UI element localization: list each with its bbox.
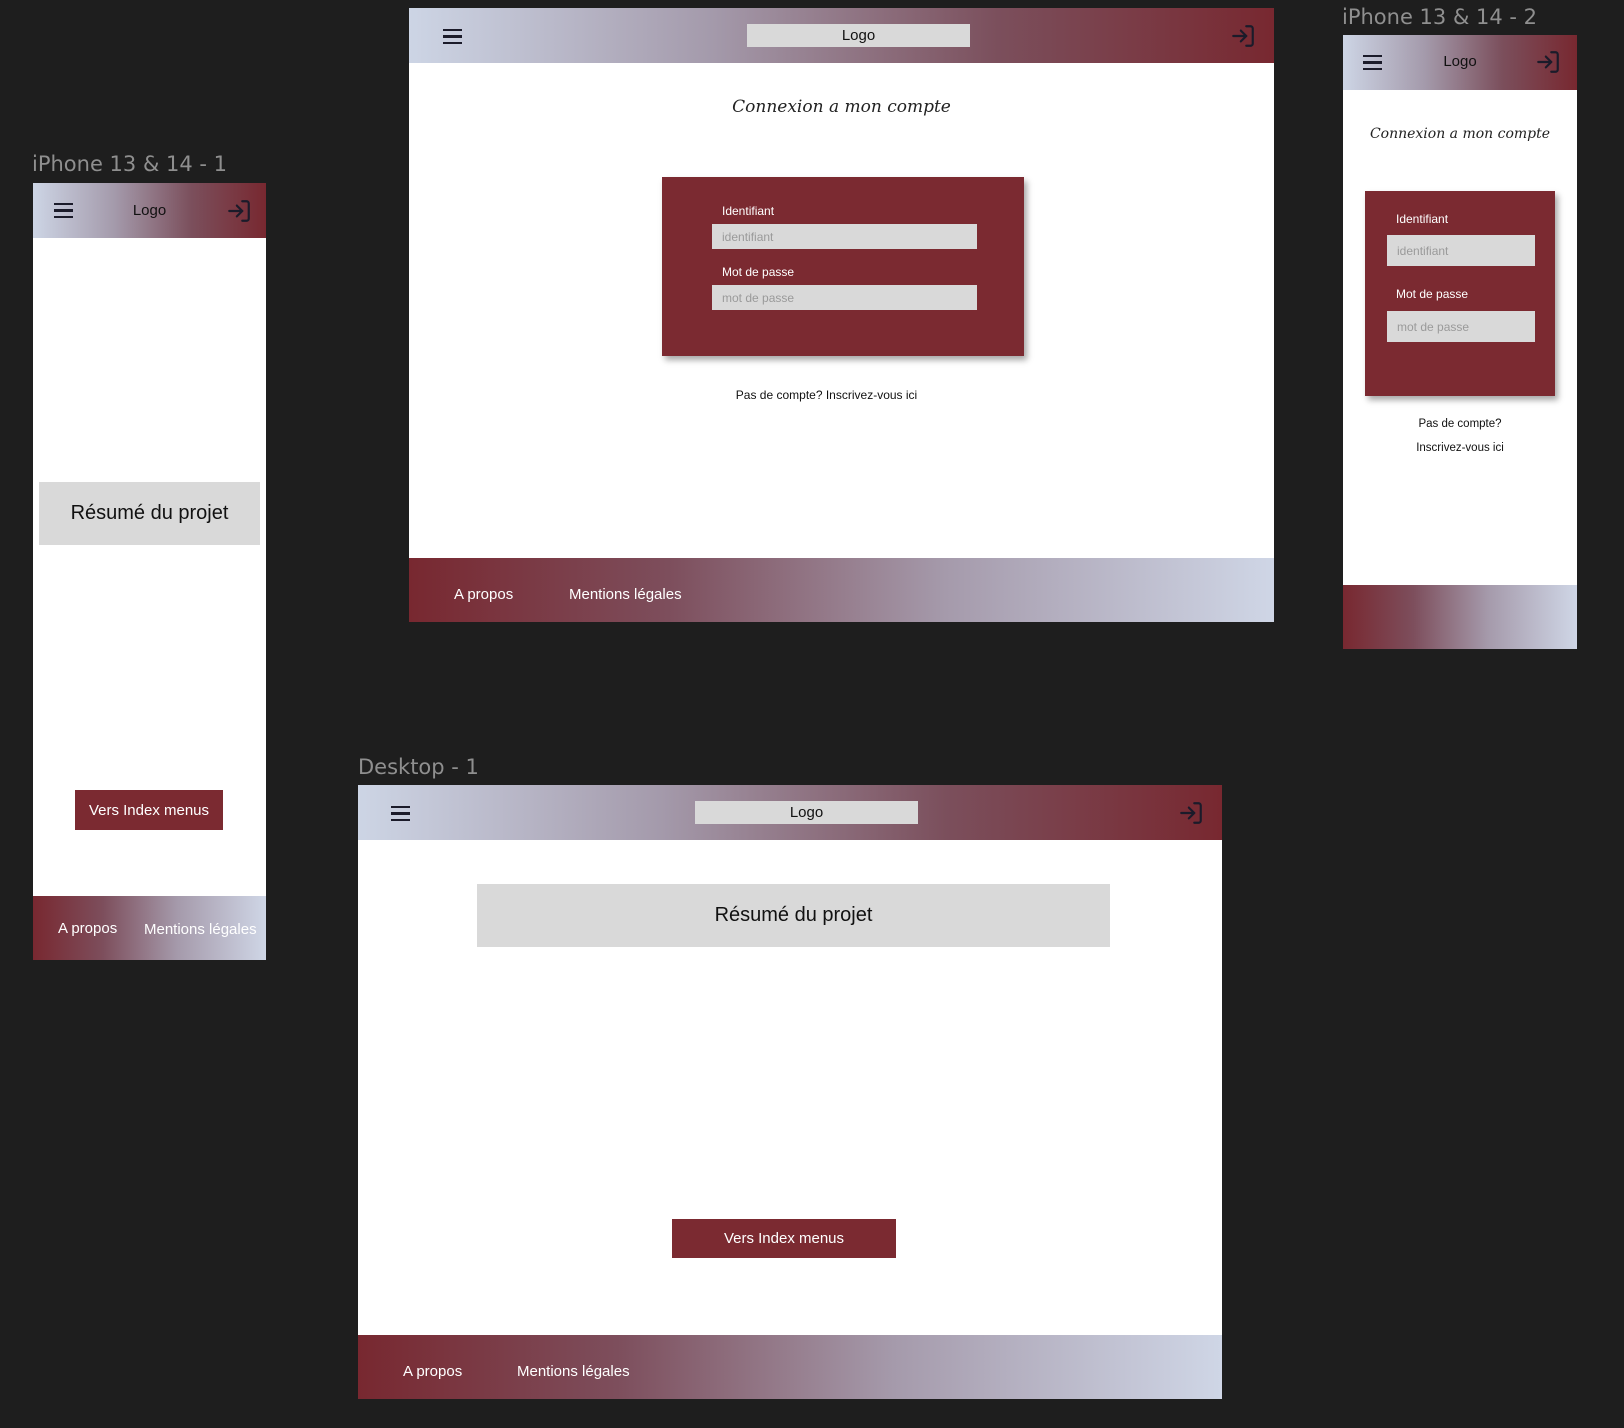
signup-line2: Inscrivez-vous ici bbox=[1416, 442, 1504, 454]
identifiant-input[interactable] bbox=[712, 224, 977, 249]
password-label: Mot de passe bbox=[722, 265, 795, 279]
header: Logo bbox=[1343, 35, 1577, 90]
signup-line1: Pas de compte? bbox=[1418, 418, 1502, 430]
legal-link[interactable]: Mentions légales bbox=[517, 1363, 630, 1380]
header: Logo bbox=[33, 183, 266, 238]
frame-title-iphone1: iPhone 13 & 14 - 1 bbox=[32, 152, 228, 176]
about-link[interactable]: A propos bbox=[58, 920, 117, 937]
header: Logo bbox=[358, 785, 1222, 840]
login-card: Identifiant Mot de passe bbox=[1365, 191, 1555, 396]
login-title: Connexion a mon compte bbox=[1369, 126, 1551, 142]
header: Logo bbox=[409, 8, 1274, 63]
legal-link[interactable]: Mentions légales bbox=[569, 586, 682, 603]
footer: A propos Mentions légales bbox=[33, 896, 266, 960]
iphone1-frame: Logo Résumé du projet Vers Index menus A… bbox=[33, 183, 266, 960]
logo[interactable]: Logo bbox=[747, 24, 970, 47]
login-icon[interactable] bbox=[1230, 23, 1256, 49]
logo[interactable]: Logo bbox=[695, 801, 918, 824]
project-summary: Résumé du projet bbox=[477, 884, 1110, 947]
login-icon[interactable] bbox=[226, 198, 252, 224]
desktop1-frame: Logo Résumé du projet Vers Index menus A… bbox=[358, 785, 1222, 1399]
frame-title-iphone2: iPhone 13 & 14 - 2 bbox=[1342, 5, 1538, 29]
hamburger-menu-icon[interactable] bbox=[391, 806, 410, 821]
identifiant-label: Identifiant bbox=[1396, 212, 1449, 226]
identifiant-label: Identifiant bbox=[722, 204, 775, 218]
footer bbox=[1343, 585, 1577, 649]
about-link[interactable]: A propos bbox=[454, 586, 513, 603]
login-title: Connexion a mon compte bbox=[732, 97, 951, 117]
login-icon[interactable] bbox=[1535, 49, 1561, 75]
hamburger-menu-icon[interactable] bbox=[443, 29, 462, 44]
signup-link[interactable]: Pas de compte? Inscrivez-vous ici bbox=[409, 383, 1244, 407]
identifiant-input[interactable] bbox=[1387, 235, 1535, 266]
footer: A propos Mentions légales bbox=[409, 558, 1274, 622]
index-menus-button[interactable]: Vers Index menus bbox=[75, 790, 223, 830]
frame-title-desktop1: Desktop - 1 bbox=[358, 755, 479, 779]
password-label: Mot de passe bbox=[1396, 287, 1469, 301]
signup-link[interactable]: Pas de compte? Inscrivez-vous ici bbox=[1343, 412, 1577, 460]
iphone2-frame: Logo Connexion a mon compte Identifiant … bbox=[1343, 35, 1577, 649]
project-summary: Résumé du projet bbox=[39, 482, 260, 545]
about-link[interactable]: A propos bbox=[403, 1363, 462, 1380]
password-input[interactable] bbox=[712, 285, 977, 310]
index-menus-button[interactable]: Vers Index menus bbox=[672, 1219, 896, 1258]
login-desktop-frame: Logo Connexion a mon compte Identifiant … bbox=[409, 8, 1274, 622]
password-input[interactable] bbox=[1387, 311, 1535, 342]
login-icon[interactable] bbox=[1178, 800, 1204, 826]
legal-link[interactable]: Mentions légales bbox=[144, 921, 257, 938]
footer: A propos Mentions légales bbox=[358, 1335, 1222, 1399]
login-card: Identifiant Mot de passe bbox=[662, 177, 1024, 356]
